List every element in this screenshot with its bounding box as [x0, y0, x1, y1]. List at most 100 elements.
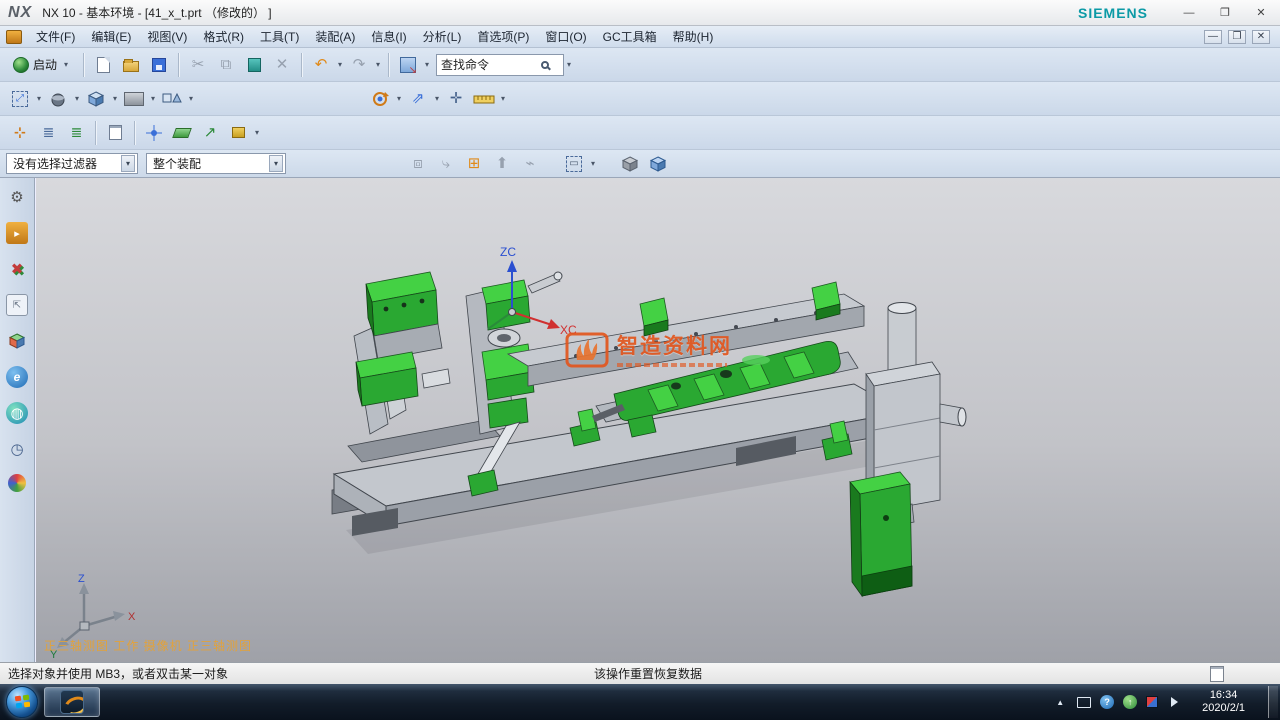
utility-dropdown-arrow[interactable]	[252, 120, 262, 146]
orient-view-dropdown-arrow[interactable]	[72, 86, 82, 112]
touch-mode-button[interactable]	[395, 52, 421, 78]
search-dropdown-arrow[interactable]	[564, 52, 574, 78]
redo-button[interactable]: ↷	[346, 52, 372, 78]
save-button[interactable]	[146, 52, 172, 78]
move-rotate-dropdown-arrow[interactable]	[394, 86, 404, 112]
view-orientation-button[interactable]	[159, 86, 185, 112]
datum-csys-button[interactable]: ⊹	[7, 120, 33, 146]
web-browser-icon[interactable]: ◍	[6, 402, 28, 424]
internet-explorer-icon[interactable]: e	[6, 366, 28, 388]
background-color-button[interactable]	[121, 86, 147, 112]
start-dropdown-arrow[interactable]	[61, 52, 71, 78]
show-desktop-button[interactable]	[1268, 686, 1278, 718]
constraint-navigator-icon[interactable]: ✖	[6, 258, 28, 280]
hidden-icons-chevron[interactable]	[1052, 694, 1068, 710]
wcs-box-icon	[232, 127, 245, 138]
menu-assemblies[interactable]: 装配(A)	[307, 26, 363, 47]
search-icon[interactable]	[541, 61, 549, 69]
display-tray-icon[interactable]	[1077, 697, 1091, 708]
highlight-related-button[interactable]: ⧈	[405, 151, 431, 177]
taskbar-nx-button[interactable]	[44, 687, 100, 717]
mdi-minimize-button[interactable]	[1204, 30, 1222, 44]
material-ball-icon[interactable]	[8, 474, 26, 492]
combo-arrow-icon[interactable]	[269, 155, 283, 172]
undo-button[interactable]: ↶	[308, 52, 334, 78]
status-doc-icon[interactable]	[1210, 666, 1224, 682]
delete-button[interactable]: ✕	[269, 52, 295, 78]
taskbar-clock[interactable]: 16:34 2020/2/1	[1192, 689, 1255, 715]
measure-dropdown-arrow[interactable]	[498, 86, 508, 112]
window-close-button[interactable]	[1250, 5, 1272, 21]
menu-window[interactable]: 窗口(O)	[537, 26, 594, 47]
new-file-button[interactable]	[90, 52, 116, 78]
menu-file[interactable]: 文件(F)	[28, 26, 83, 47]
menu-gc-toolbox[interactable]: GC工具箱	[595, 26, 665, 47]
layer-settings-button[interactable]: ≣	[35, 120, 61, 146]
vector-dropdown-arrow[interactable]	[432, 86, 442, 112]
undo-dropdown-arrow[interactable]	[335, 52, 345, 78]
start-menu-button[interactable]: 启动	[6, 52, 78, 78]
touch-mode-dropdown-arrow[interactable]	[422, 52, 432, 78]
combo-arrow-icon[interactable]	[121, 155, 135, 172]
window-maximize-button[interactable]	[1214, 5, 1236, 21]
iso-view-icon	[162, 90, 182, 108]
orient-view-button[interactable]	[45, 86, 71, 112]
selection-scope-combo[interactable]: 整个装配	[146, 153, 286, 174]
fit-view-dropdown-arrow[interactable]	[34, 86, 44, 112]
add-selection-button[interactable]: ⊞	[461, 151, 487, 177]
information-window-button[interactable]	[102, 120, 128, 146]
view-orientation-dropdown-arrow[interactable]	[186, 86, 196, 112]
move-up-button[interactable]: ⬆	[489, 151, 515, 177]
menu-format[interactable]: 格式(R)	[195, 26, 252, 47]
menu-preferences[interactable]: 首选项(P)	[469, 26, 537, 47]
selection-filter-combo[interactable]: 没有选择过滤器	[6, 153, 138, 174]
roles-icon[interactable]: ▸	[6, 222, 28, 244]
volume-icon[interactable]	[1171, 697, 1183, 707]
menu-information[interactable]: 信息(I)	[363, 26, 414, 47]
snap-point-button[interactable]: ✛	[443, 86, 469, 112]
update-tray-icon[interactable]	[1123, 695, 1137, 709]
assembly-navigator-icon[interactable]	[6, 330, 28, 352]
menu-tools[interactable]: 工具(T)	[252, 26, 307, 47]
customize-gear-icon[interactable]: ⚙	[6, 186, 28, 208]
select-inside-button[interactable]: ⤷	[433, 151, 459, 177]
part-navigator-icon[interactable]: ⇱	[6, 294, 28, 316]
mdi-close-button[interactable]	[1252, 30, 1270, 44]
network-tray-icon[interactable]	[1146, 696, 1158, 708]
graphics-viewport[interactable]: ZC XC Z X Y	[35, 178, 1280, 662]
render-style-button[interactable]	[83, 86, 109, 112]
vector-arrow-icon: ⇗	[412, 91, 425, 106]
show-wireframe-button[interactable]	[645, 151, 671, 177]
fit-view-button[interactable]: ⤢	[7, 86, 33, 112]
action-center-icon[interactable]	[1100, 695, 1114, 709]
open-file-button[interactable]	[118, 52, 144, 78]
datum-axis-button[interactable]: ↗	[197, 120, 223, 146]
point-dialog-button[interactable]	[141, 120, 167, 146]
move-rotate-button[interactable]	[367, 86, 393, 112]
mdi-restore-button[interactable]	[1228, 30, 1246, 44]
measure-button[interactable]	[471, 86, 497, 112]
history-clock-icon[interactable]: ◷	[6, 438, 28, 460]
snap-magnet-button[interactable]: ⌁	[517, 151, 543, 177]
marquee-select-button[interactable]: ▭	[561, 151, 587, 177]
wcs-button[interactable]	[225, 120, 251, 146]
cut-button[interactable]: ✂	[185, 52, 211, 78]
menu-edit[interactable]: 编辑(E)	[83, 26, 139, 47]
menu-view[interactable]: 视图(V)	[139, 26, 195, 47]
redo-dropdown-arrow[interactable]	[373, 52, 383, 78]
start-button[interactable]	[6, 686, 38, 718]
vector-button[interactable]: ⇗	[405, 86, 431, 112]
datum-plane-button[interactable]	[169, 120, 195, 146]
copy-button[interactable]: ⧉	[213, 52, 239, 78]
marquee-dropdown-arrow[interactable]	[588, 151, 598, 177]
start-button-label: 启动	[33, 56, 57, 73]
render-style-dropdown-arrow[interactable]	[110, 86, 120, 112]
show-shaded-button[interactable]	[617, 151, 643, 177]
window-minimize-button[interactable]	[1178, 5, 1200, 21]
paste-button[interactable]	[241, 52, 267, 78]
background-dropdown-arrow[interactable]	[148, 86, 158, 112]
menu-help[interactable]: 帮助(H)	[665, 26, 722, 47]
command-search-input[interactable]	[441, 58, 541, 72]
menu-analysis[interactable]: 分析(L)	[415, 26, 470, 47]
layer-visible-button[interactable]: ≣	[63, 120, 89, 146]
